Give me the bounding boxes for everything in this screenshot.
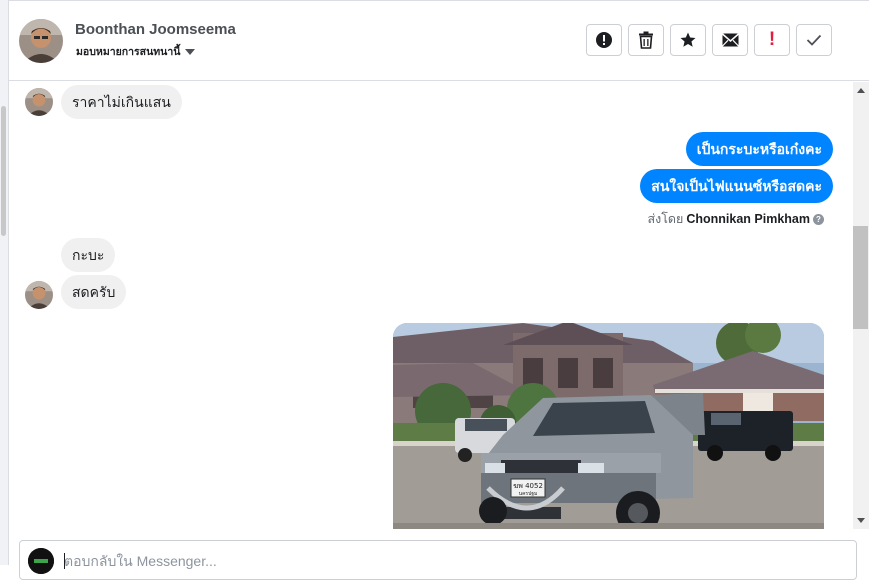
alert-circle-icon — [596, 32, 612, 48]
scroll-up-icon[interactable] — [857, 88, 865, 93]
left-page-scrollbar[interactable] — [0, 0, 9, 565]
contact-avatar-small[interactable] — [25, 88, 53, 116]
message-bubble-incoming[interactable]: กะบะ — [61, 238, 116, 272]
mark-done-button[interactable] — [796, 24, 832, 56]
thread-scrollbar[interactable] — [853, 82, 869, 529]
exclamation-icon: ! — [768, 29, 776, 50]
image-attachment[interactable]: ฆพ 4052 นครปฐม — [393, 323, 824, 529]
contact-avatar-small[interactable] — [25, 281, 53, 309]
conversation-panel: Boonthan Joomseema มอบหมายการสนทนานี้ ! — [9, 0, 869, 580]
assign-conversation-label: มอบหมายการสนทนานี้ — [76, 46, 181, 58]
assign-conversation-dropdown[interactable]: มอบหมายการสนทนานี้ — [76, 43, 196, 60]
message-bubble-incoming[interactable]: ราคาไม่เกินแสน — [61, 85, 182, 119]
reply-input[interactable] — [64, 547, 824, 575]
reply-composer — [19, 540, 857, 580]
delete-button[interactable] — [628, 24, 664, 56]
contact-avatar[interactable] — [19, 19, 63, 63]
conversation-actions: ! — [586, 24, 832, 56]
mark-unread-button[interactable] — [712, 24, 748, 56]
sent-by-prefix: ส่งโดย — [647, 212, 684, 226]
sender-name[interactable]: Chonnikan Pimkham — [686, 212, 810, 226]
left-scrollbar-thumb[interactable] — [1, 106, 6, 236]
conversation-header: Boonthan Joomseema มอบหมายการสนทนานี้ ! — [9, 1, 869, 81]
mail-icon — [721, 33, 739, 47]
mark-spam-button[interactable] — [586, 24, 622, 56]
page-avatar — [28, 548, 54, 574]
contact-name[interactable]: Boonthan Joomseema — [75, 21, 236, 38]
star-button[interactable] — [670, 24, 706, 56]
message-bubble-outgoing[interactable]: เป็นกระบะหรือเก๋งคะ — [685, 132, 833, 166]
license-plate-province: นครปฐม — [519, 491, 538, 497]
sent-by-label: ส่งโดย Chonnikan Pimkham ? — [647, 209, 824, 229]
star-icon — [680, 32, 696, 47]
message-bubble-outgoing[interactable]: สนใจเป็นไฟแนนซ์หรือสดคะ — [640, 169, 833, 203]
thread-scrollbar-thumb[interactable] — [853, 226, 868, 329]
license-plate-number: ฆพ 4052 — [513, 482, 543, 490]
help-icon[interactable]: ? — [813, 213, 824, 225]
message-bubble-incoming[interactable]: สดครับ — [61, 275, 127, 309]
check-icon — [806, 34, 822, 46]
mark-important-button[interactable]: ! — [754, 24, 790, 56]
trash-icon — [639, 31, 653, 49]
caret-down-icon — [185, 49, 196, 55]
message-thread: ราคาไม่เกินแสน เป็นกระบะหรือเก๋งคะ สนใจเ… — [9, 82, 855, 529]
scroll-down-icon[interactable] — [857, 518, 865, 523]
